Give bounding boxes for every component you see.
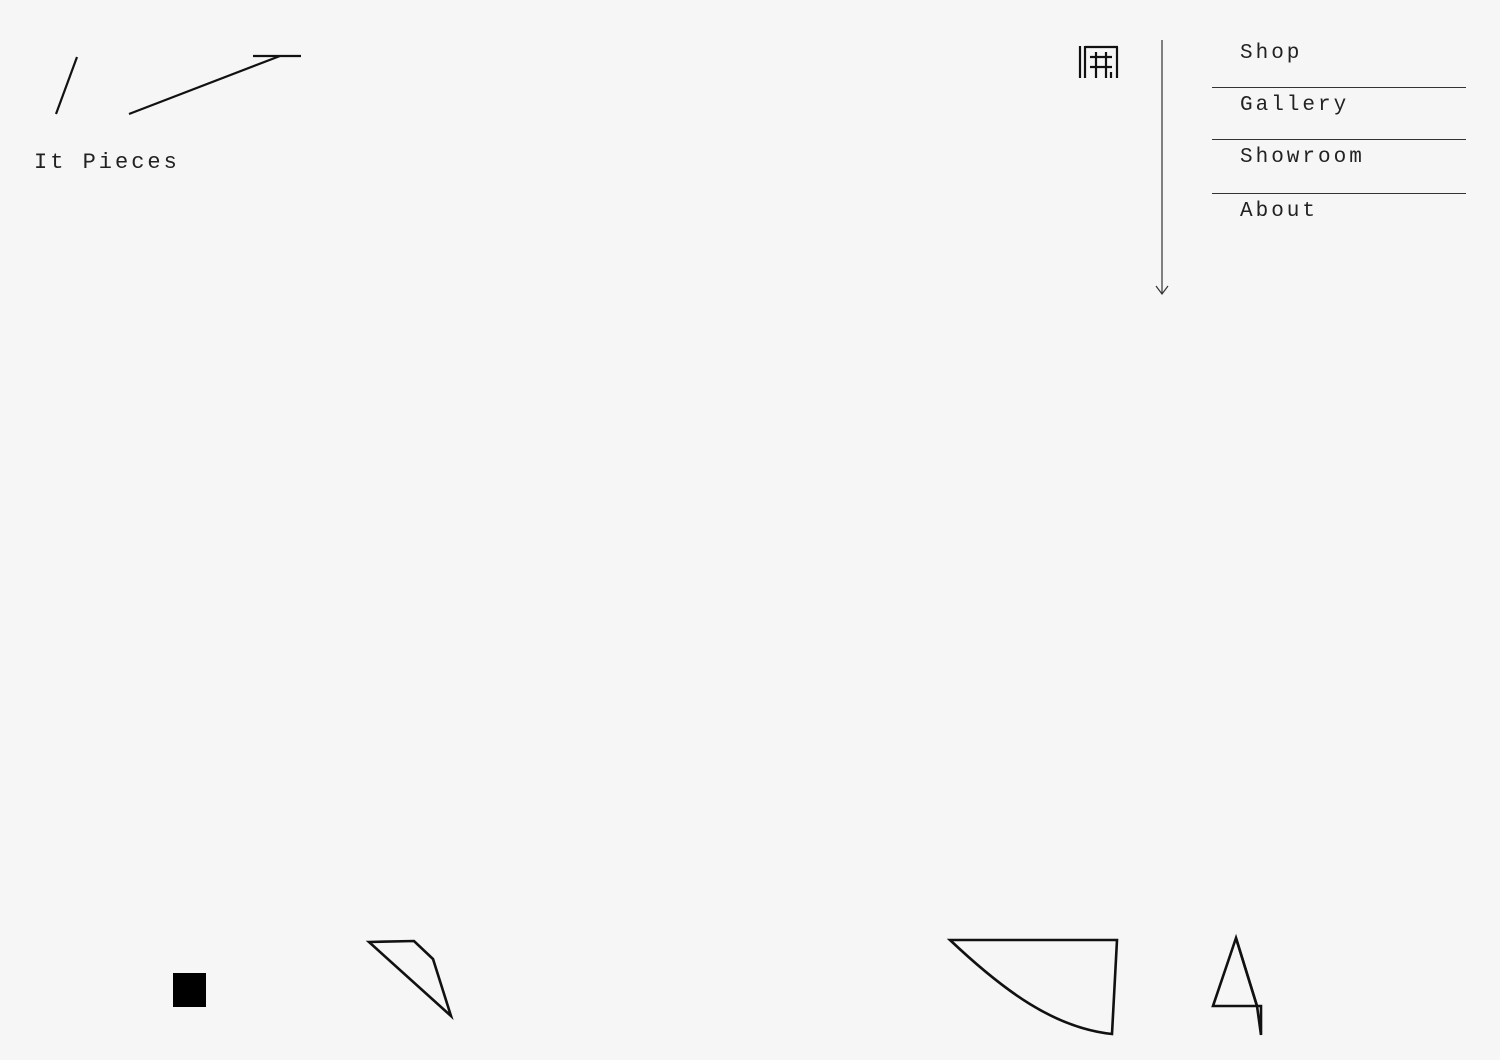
nav-item-shop[interactable]: Shop (1212, 36, 1466, 88)
square-shape (173, 973, 206, 1007)
arrow-down-icon[interactable] (1152, 40, 1172, 298)
wedge-shape (946, 938, 1119, 1036)
four-glyph-shape (1211, 933, 1263, 1036)
main-nav: Shop Gallery Showroom About (1212, 36, 1466, 246)
quadrilateral-shape (365, 939, 454, 1021)
kanji-stamp-icon[interactable] (1078, 44, 1120, 80)
logo-mark[interactable] (40, 40, 320, 130)
nav-item-showroom[interactable]: Showroom (1212, 140, 1466, 194)
nav-item-gallery[interactable]: Gallery (1212, 88, 1466, 140)
nav-item-about[interactable]: About (1212, 194, 1466, 246)
brand-name[interactable]: It Pieces (34, 150, 180, 175)
